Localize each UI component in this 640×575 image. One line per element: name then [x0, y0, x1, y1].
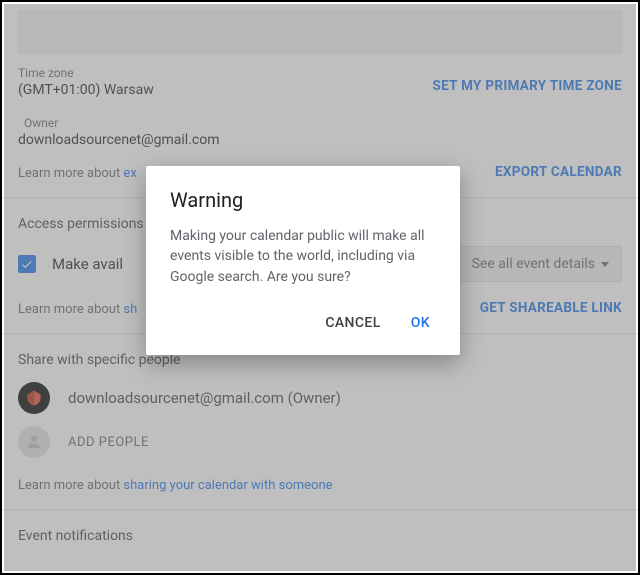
ok-button[interactable]: OK — [407, 309, 434, 337]
cancel-button[interactable]: CANCEL — [321, 309, 384, 337]
warning-dialog: Warning Making your calendar public will… — [146, 166, 460, 355]
settings-page: Time zone (GMT+01:00) Warsaw SET MY PRIM… — [2, 2, 638, 573]
dialog-body: Making your calendar public will make al… — [170, 226, 436, 287]
dialog-title: Warning — [170, 188, 436, 212]
dialog-actions: CANCEL OK — [170, 305, 436, 343]
